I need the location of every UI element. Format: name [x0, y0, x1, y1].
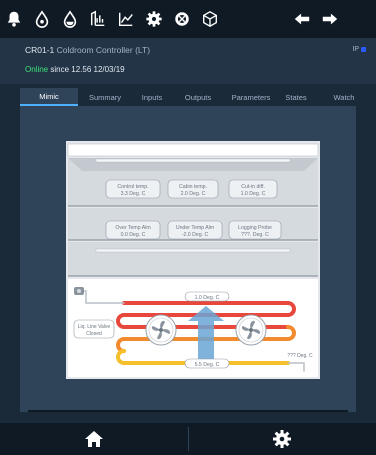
svg-text:1.0 Deg. C: 1.0 Deg. C: [241, 191, 266, 197]
svg-text:Liq. Line Valve: Liq. Line Valve: [78, 324, 111, 330]
gear-icon[interactable]: [140, 0, 168, 38]
fan-right-icon: [235, 314, 267, 346]
device-header: CR01-1 Coldroom Controller (LT) IP Onlin…: [0, 38, 376, 84]
inlet-sensor-icon: [74, 287, 84, 295]
svg-text:-2.0 Deg. C: -2.0 Deg. C: [182, 232, 209, 238]
ip-status-dot: [361, 47, 366, 52]
device-title: CR01-1 Coldroom Controller (LT): [25, 45, 150, 55]
cube-icon[interactable]: [196, 0, 224, 38]
readout-control-temp: Control temp. 3.3 Deg. C: [105, 179, 161, 199]
readout-over-temp-alarm: Over Temp Alm 0.0 Deg. C: [105, 220, 161, 240]
ip-indicator: IP: [352, 46, 366, 53]
readout-logging-probe: Logging Probe ???. Deg. C: [228, 220, 282, 240]
svg-text:Under Temp Alm: Under Temp Alm: [176, 225, 214, 231]
ip-label: IP: [352, 46, 359, 53]
device-name: Coldroom Controller (LT): [56, 45, 151, 55]
settings-button[interactable]: [188, 423, 376, 455]
svg-text:Cabin temp.: Cabin temp.: [179, 184, 207, 190]
svg-text:3.3 Deg. C: 3.3 Deg. C: [121, 191, 146, 197]
drop-icon[interactable]: [28, 0, 56, 38]
tab-outputs[interactable]: Outputs: [172, 88, 224, 106]
svg-text:Over Temp Alm: Over Temp Alm: [115, 225, 150, 231]
home-icon: [85, 431, 103, 447]
app-window: CR01-1 Coldroom Controller (LT) IP Onlin…: [0, 0, 376, 455]
back-arrow-icon[interactable]: [288, 0, 316, 38]
readout-cut-in-diff: Cut-in diff. 1.0 Deg. C: [228, 179, 278, 199]
top-pipe-temp: 1.0 Deg. C: [184, 291, 230, 302]
svg-text:5.5 Deg. C: 5.5 Deg. C: [195, 362, 220, 368]
tab-summary[interactable]: Summary: [78, 88, 132, 106]
liquid-line-valve: Liq. Line Valve Closed: [73, 319, 115, 339]
svg-text:???. Deg. C: ???. Deg. C: [241, 232, 269, 238]
bell-icon[interactable]: [0, 0, 28, 38]
device-id: CR01-1: [25, 45, 55, 55]
compass-icon[interactable]: [168, 0, 196, 38]
forward-arrow-icon[interactable]: [316, 0, 344, 38]
drop-filled-icon[interactable]: [56, 0, 84, 38]
bottom-pipe-temp: 5.5 Deg. C: [184, 358, 230, 369]
svg-text:2.0 Deg. C: 2.0 Deg. C: [181, 191, 206, 197]
bottom-nav: [0, 423, 376, 455]
gear-icon: [273, 430, 291, 448]
readout-cabin-temp: Cabin temp. 2.0 Deg. C: [167, 179, 219, 199]
tab-mimic[interactable]: Mimic: [20, 88, 78, 106]
fan-left-icon: [145, 314, 177, 346]
panel-scrollbar[interactable]: [28, 410, 348, 412]
svg-text:Closed: Closed: [86, 331, 102, 337]
svg-text:Logging Probe: Logging Probe: [238, 225, 272, 231]
tab-inputs[interactable]: Inputs: [132, 88, 172, 106]
status-online: Online: [25, 65, 49, 74]
connection-status: Online since 12.56 12/03/19: [25, 65, 125, 74]
readout-under-temp-alarm: Under Temp Alm -2.0 Deg. C: [167, 220, 223, 240]
svg-text:0.0 Deg. C: 0.0 Deg. C: [121, 232, 146, 238]
light-fixture-1: [95, 158, 291, 163]
svg-text:Cut-in diff.: Cut-in diff.: [241, 184, 265, 190]
light-fixture-2: [95, 248, 291, 253]
mimic-diagram: Control temp. 3.3 Deg. C Cabin temp. 2.0…: [66, 141, 320, 379]
outlet-temp: ??? Deg. C: [287, 353, 313, 359]
tab-parameters[interactable]: Parameters: [224, 88, 278, 106]
ceiling-strip: [67, 143, 319, 157]
svg-text:1.0 Deg. C: 1.0 Deg. C: [195, 295, 220, 301]
chart-icon[interactable]: [112, 0, 140, 38]
home-button[interactable]: [0, 423, 188, 455]
tab-watch[interactable]: Watch: [314, 88, 374, 106]
svg-text:Control temp.: Control temp.: [117, 184, 148, 190]
report-icon[interactable]: [84, 0, 112, 38]
tab-bar: Mimic Summary Inputs Outputs Parameters …: [20, 88, 376, 106]
tab-states[interactable]: States: [278, 88, 314, 106]
top-toolbar: [0, 0, 376, 38]
evaporator-section: [68, 242, 318, 276]
status-since: since 12.56 12/03/19: [48, 65, 125, 74]
